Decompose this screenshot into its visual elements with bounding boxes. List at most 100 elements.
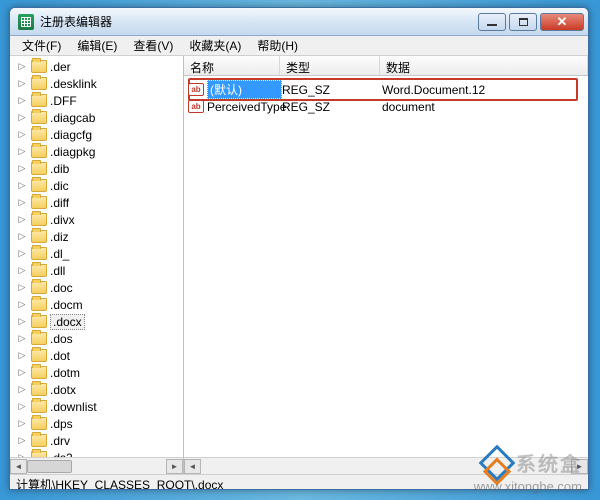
list-row[interactable]: PerceivedType REG_SZ document [184, 98, 588, 115]
tree-label: .desklink [50, 77, 97, 91]
tree-scroll[interactable]: ▷.der▷.desklink▷.DFF▷.diagcab▷.diagcfg▷.… [10, 56, 183, 457]
maximize-button[interactable] [509, 13, 537, 31]
tree-item[interactable]: ▷ .docx [10, 313, 183, 330]
menu-favorites[interactable]: 收藏夹(A) [181, 35, 249, 56]
expand-icon[interactable]: ▷ [16, 418, 28, 429]
expand-icon[interactable]: ▷ [16, 299, 28, 310]
tree-label: .dotx [50, 383, 76, 397]
tree-label: .diagpkg [50, 145, 95, 159]
tree-item[interactable]: ▷ .desklink [10, 75, 183, 92]
folder-icon [31, 298, 47, 311]
tree-item[interactable]: ▷.der [10, 58, 183, 75]
folder-icon [31, 213, 47, 226]
tree-pane: ▷.der▷.desklink▷.DFF▷.diagcab▷.diagcfg▷.… [10, 56, 184, 474]
scroll-left-button[interactable]: ◄ [10, 459, 27, 474]
minimize-icon [487, 24, 497, 26]
expand-icon[interactable]: ▷ [16, 231, 28, 242]
expand-icon[interactable]: ▷ [16, 95, 28, 106]
tree-item[interactable]: ▷ .drv [10, 432, 183, 449]
expand-icon[interactable]: ▷ [16, 78, 28, 89]
expand-icon[interactable]: ▷ [16, 112, 28, 123]
expand-icon[interactable]: ▷ [16, 350, 28, 361]
tree-label: .diagcfg [50, 128, 92, 142]
list-pane: 名称 类型 数据 (默认) REG_SZ Word.Document.12 Pe… [184, 56, 588, 474]
col-name[interactable]: 名称 [184, 56, 280, 75]
folder-icon [31, 417, 47, 430]
folder-icon [31, 128, 47, 141]
tree-h-scrollbar[interactable]: ◄ ► [10, 457, 183, 474]
expand-icon[interactable]: ▷ [16, 282, 28, 293]
scroll-track[interactable] [201, 459, 571, 474]
menu-help[interactable]: 帮助(H) [249, 35, 306, 56]
titlebar[interactable]: 注册表编辑器 ✕ [10, 8, 588, 36]
tree-item[interactable]: ▷ .dotm [10, 364, 183, 381]
tree-item[interactable]: ▷.diagcab [10, 109, 183, 126]
expand-icon[interactable]: ▷ [16, 401, 28, 412]
tree-item[interactable]: ▷ .dos [10, 330, 183, 347]
scroll-right-button[interactable]: ► [571, 459, 588, 474]
folder-icon [31, 162, 47, 175]
tree-label: .drv [50, 434, 70, 448]
tree-item[interactable]: ▷.dic [10, 177, 183, 194]
tree-item[interactable]: ▷.docm [10, 296, 183, 313]
tree-item[interactable]: ▷.DFF [10, 92, 183, 109]
tree-item[interactable]: ▷.downlist [10, 398, 183, 415]
tree-item[interactable]: ▷.dps [10, 415, 183, 432]
string-value-icon [188, 100, 204, 113]
tree-item[interactable]: ▷ .diz [10, 228, 183, 245]
value-data: Word.Document.12 [382, 83, 584, 97]
col-type[interactable]: 类型 [280, 56, 380, 75]
tree-label: .dib [50, 162, 69, 176]
expand-icon[interactable]: ▷ [16, 197, 28, 208]
expand-icon[interactable]: ▷ [16, 265, 28, 276]
tree-label: .dotm [50, 366, 80, 380]
scroll-right-button[interactable]: ► [166, 459, 183, 474]
menu-view[interactable]: 查看(V) [125, 35, 181, 56]
folder-icon [31, 179, 47, 192]
tree-item[interactable]: ▷ .diagpkg [10, 143, 183, 160]
folder-icon [31, 111, 47, 124]
tree-label: .diz [50, 230, 69, 244]
list-row[interactable]: (默认) REG_SZ Word.Document.12 [184, 81, 588, 98]
tree-item[interactable]: ▷ .dotx [10, 381, 183, 398]
expand-icon[interactable]: ▷ [16, 316, 28, 327]
tree-item[interactable]: ▷ .dib [10, 160, 183, 177]
window-buttons: ✕ [478, 13, 584, 31]
window-frame: 注册表编辑器 ✕ 文件(F) 编辑(E) 查看(V) 收藏夹(A) 帮助(H) … [9, 7, 589, 490]
tree-item[interactable]: ▷ .doc [10, 279, 183, 296]
expand-icon[interactable]: ▷ [16, 129, 28, 140]
col-data[interactable]: 数据 [380, 56, 588, 75]
tree-item[interactable]: ▷.dll [10, 262, 183, 279]
expand-icon[interactable]: ▷ [16, 61, 28, 72]
tree-label: .doc [50, 281, 73, 295]
list-h-scrollbar[interactable]: ◄ ► [184, 457, 588, 474]
expand-icon[interactable]: ▷ [16, 384, 28, 395]
expand-icon[interactable]: ▷ [16, 180, 28, 191]
tree-item[interactable]: ▷ .diagcfg [10, 126, 183, 143]
close-icon: ✕ [557, 14, 568, 30]
tree-label: .docx [50, 314, 85, 330]
expand-icon[interactable]: ▷ [16, 435, 28, 446]
scroll-thumb[interactable] [27, 460, 72, 473]
tree-label: .dos [50, 332, 73, 346]
expand-icon[interactable]: ▷ [16, 248, 28, 259]
folder-icon [31, 60, 47, 73]
expand-icon[interactable]: ▷ [16, 367, 28, 378]
menu-file[interactable]: 文件(F) [14, 35, 69, 56]
expand-icon[interactable]: ▷ [16, 163, 28, 174]
tree-item[interactable]: ▷.ds2 [10, 449, 183, 457]
tree-item[interactable]: ▷.dl_ [10, 245, 183, 262]
list-body[interactable]: (默认) REG_SZ Word.Document.12 PerceivedTy… [184, 76, 588, 457]
tree-item[interactable]: ▷.dot [10, 347, 183, 364]
expand-icon[interactable]: ▷ [16, 146, 28, 157]
expand-icon[interactable]: ▷ [16, 333, 28, 344]
expand-icon[interactable]: ▷ [16, 214, 28, 225]
scroll-track[interactable] [27, 459, 166, 474]
close-button[interactable]: ✕ [540, 13, 584, 31]
tree-item[interactable]: ▷.divx [10, 211, 183, 228]
minimize-button[interactable] [478, 13, 506, 31]
tree-item[interactable]: ▷.diff [10, 194, 183, 211]
list-header[interactable]: 名称 类型 数据 [184, 56, 588, 76]
menu-edit[interactable]: 编辑(E) [69, 35, 125, 56]
scroll-left-button[interactable]: ◄ [184, 459, 201, 474]
